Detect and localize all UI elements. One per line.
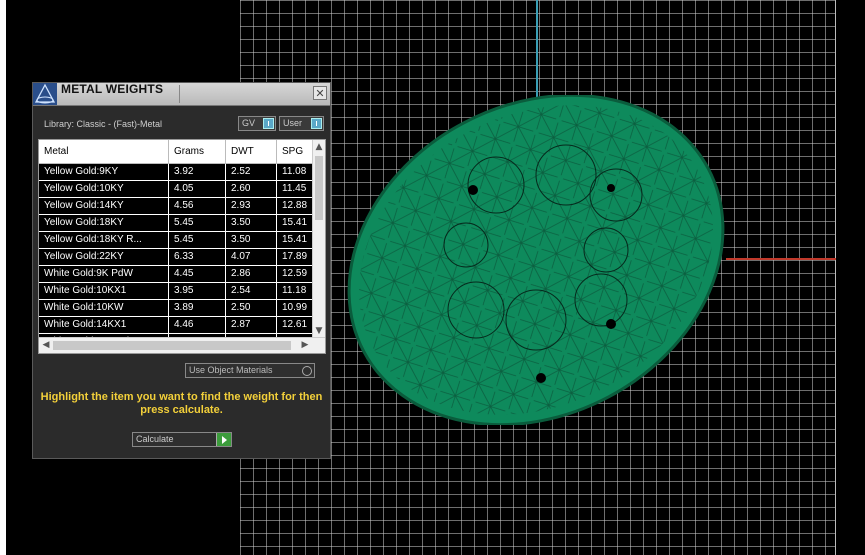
table-row[interactable]: Yellow Gold:9KY 3.92 2.52 11.08: [39, 164, 317, 181]
table-cell: 2.54: [226, 283, 277, 299]
column-header-spg[interactable]: SPG: [277, 140, 317, 163]
table-cell: White Gold:9K PdW: [39, 266, 169, 282]
table-cell: White Gold:10KW: [39, 300, 169, 316]
table-cell: 4.45: [169, 266, 226, 282]
table-row[interactable]: White Gold:9K PdW 4.45 2.86 12.59: [39, 266, 317, 283]
y-axis-line: [536, 0, 538, 110]
column-header-grams[interactable]: Grams: [169, 140, 226, 163]
table-cell: 4.56: [169, 198, 226, 214]
use-object-materials-toggle[interactable]: Use Object Materials: [185, 363, 315, 378]
vertical-scrollbar[interactable]: ▲ ▼: [312, 140, 325, 338]
list-rows: Yellow Gold:9KY 3.92 2.52 11.08 Yellow Gold:…: [39, 164, 317, 351]
table-row[interactable]: Yellow Gold:18KY 5.45 3.50 15.41: [39, 215, 317, 232]
table-cell: 2.93: [226, 198, 277, 214]
table-cell: White Gold:10KX1: [39, 283, 169, 299]
table-cell: 15.41: [282, 234, 308, 245]
table-row[interactable]: Yellow Gold:14KY 4.56 2.93 12.88: [39, 198, 317, 215]
table-cell: 3.50: [226, 232, 277, 248]
table-cell: Yellow Gold:10KY: [39, 181, 169, 197]
column-header-dwt[interactable]: DWT: [226, 140, 277, 163]
table-cell: Yellow Gold:9KY: [39, 164, 169, 180]
user-toggle-label: User: [283, 118, 303, 128]
toggle-knob-icon: [263, 118, 274, 129]
scroll-thumb[interactable]: [315, 156, 323, 220]
table-cell: White Gold:14KX1: [39, 317, 169, 333]
table-cell: 3.89: [169, 300, 226, 316]
table-cell: 2.52: [226, 164, 277, 180]
table-cell: 2.60: [226, 181, 277, 197]
table-cell: 2.86: [226, 266, 277, 282]
table-cell: Yellow Gold:22KY: [39, 249, 169, 265]
table-cell: 6.33: [169, 249, 226, 265]
table-cell: 3.95: [169, 283, 226, 299]
table-cell: 4.46: [169, 317, 226, 333]
table-cell: Yellow Gold:18KY R...: [39, 232, 169, 248]
x-axis-line: [726, 258, 836, 260]
table-cell: 4.07: [226, 249, 277, 265]
table-cell: 5.45: [169, 215, 226, 231]
table-cell: 17.89: [282, 251, 308, 262]
table-cell: 11.08: [282, 166, 307, 177]
scroll-left-icon[interactable]: ◀: [40, 339, 52, 351]
table-cell: Yellow Gold:14KY: [39, 198, 169, 214]
instruction-text: Highlight the item you want to find the …: [40, 391, 323, 416]
calculate-button[interactable]: Calculate: [132, 432, 232, 447]
scroll-right-icon[interactable]: ▶: [299, 339, 311, 351]
table-cell: 12.61: [282, 319, 308, 330]
titlebar-divider: [179, 85, 180, 103]
table-row[interactable]: White Gold:10KW 3.89 2.50 10.99: [39, 300, 317, 317]
toggle-knob-icon: [311, 118, 322, 129]
scroll-thumb[interactable]: [53, 341, 291, 350]
table-row[interactable]: White Gold:14KX1 4.46 2.87 12.61: [39, 317, 317, 334]
table-row[interactable]: Yellow Gold:18KY R... 5.45 3.50 15.41: [39, 232, 317, 249]
column-header-metal[interactable]: Metal: [39, 140, 169, 163]
use-object-materials-label: Use Object Materials: [189, 365, 273, 375]
metal-list[interactable]: Metal Grams DWT SPG Yellow Gold:9KY 3.92 2…: [38, 139, 326, 354]
table-cell: 12.59: [282, 268, 308, 279]
play-arrow-icon[interactable]: [216, 433, 231, 446]
table-cell: 5.45: [169, 232, 226, 248]
table-row[interactable]: Yellow Gold:22KY 6.33 4.07 17.89: [39, 249, 317, 266]
table-cell: 2.50: [226, 300, 277, 316]
table-row[interactable]: Yellow Gold:10KY 4.05 2.60 11.45: [39, 181, 317, 198]
app-logo-icon: [33, 83, 57, 105]
table-cell: 15.41: [282, 217, 308, 228]
user-toggle[interactable]: User: [279, 116, 324, 131]
close-icon[interactable]: ✕: [313, 86, 327, 100]
table-cell: 2.87: [226, 317, 277, 333]
table-cell: 11.18: [282, 285, 307, 296]
metal-weights-panel: METAL WEIGHTS ✕ Library: Classic - (Fast…: [32, 82, 331, 459]
table-cell: 10.99: [282, 302, 308, 313]
gv-toggle-label: GV: [242, 118, 256, 128]
jewelry-model[interactable]: [336, 95, 736, 425]
library-label: Library: Classic - (Fast)-Metal: [44, 119, 163, 129]
table-cell: Yellow Gold:18KY: [39, 215, 169, 231]
scroll-down-icon[interactable]: ▼: [313, 325, 325, 337]
calculate-label: Calculate: [136, 434, 174, 444]
list-header: Metal Grams DWT SPG: [39, 140, 317, 164]
table-cell: 3.92: [169, 164, 226, 180]
table-cell: 11.45: [282, 183, 307, 194]
table-cell: 12.88: [282, 200, 308, 211]
scroll-up-icon[interactable]: ▲: [313, 141, 325, 153]
radio-icon[interactable]: [302, 366, 312, 376]
horizontal-scrollbar[interactable]: ◀ ▶: [39, 337, 325, 353]
table-row[interactable]: White Gold:10KX1 3.95 2.54 11.18: [39, 283, 317, 300]
table-cell: 3.50: [226, 215, 277, 231]
gv-toggle[interactable]: GV: [238, 116, 276, 131]
panel-titlebar[interactable]: METAL WEIGHTS ✕: [33, 83, 330, 106]
panel-title: METAL WEIGHTS: [61, 82, 164, 96]
table-cell: 4.05: [169, 181, 226, 197]
